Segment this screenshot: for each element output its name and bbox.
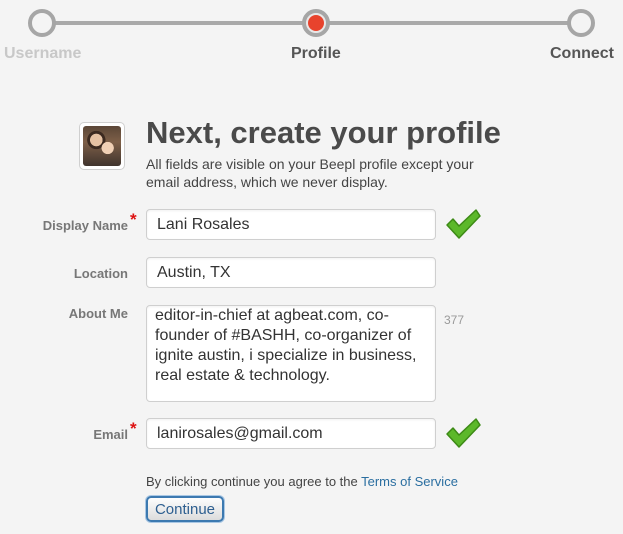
about-me-char-counter: 377 [444, 313, 465, 327]
step-profile-label: Profile [291, 45, 341, 62]
step-username-label: Username [4, 45, 82, 62]
display-name-valid-check-icon [446, 209, 481, 239]
step-username-indicator [28, 9, 56, 37]
step-connect-indicator [567, 9, 595, 37]
avatar[interactable] [79, 122, 125, 170]
email-required-marker: * [130, 419, 137, 438]
email-input[interactable] [146, 418, 436, 449]
terms-notice: By clicking continue you agree to the Te… [146, 474, 458, 489]
continue-button[interactable]: Continue [146, 496, 224, 522]
page-title: Next, create your profile [146, 115, 501, 150]
terms-prefix: By clicking continue you agree to the [146, 474, 362, 489]
location-input[interactable] [146, 257, 436, 288]
about-me-label: About Me [68, 306, 128, 321]
avatar-photo [83, 126, 121, 166]
display-name-input[interactable] [146, 209, 436, 240]
about-me-textarea[interactable]: editor-in-chief at agbeat.com, co-founde… [146, 305, 436, 402]
display-name-label: Display Name [42, 218, 128, 233]
step-connect-label: Connect [550, 45, 614, 62]
email-label: Email [93, 427, 128, 442]
page-subtitle: All fields are visible on your Beepl pro… [146, 156, 474, 190]
location-label: Location [73, 266, 128, 281]
display-name-required-marker: * [130, 210, 137, 229]
current-step-dot [308, 15, 324, 31]
email-valid-check-icon [446, 418, 481, 448]
step-profile-indicator [302, 9, 330, 37]
progress-stepper: Username Profile Connect [0, 0, 623, 70]
terms-of-service-link[interactable]: Terms of Service [361, 474, 458, 489]
